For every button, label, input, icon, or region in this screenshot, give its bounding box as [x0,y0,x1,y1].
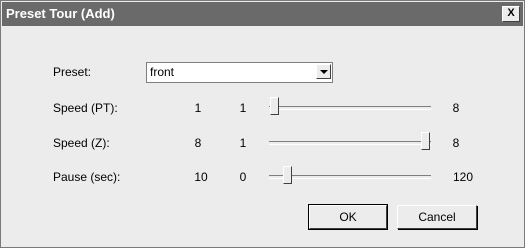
speed-z-slider-thumb[interactable] [421,132,430,150]
close-button[interactable]: X [502,6,520,22]
speed-z-slider-track[interactable] [269,141,431,145]
pause-value: 10 [194,170,208,184]
ok-button[interactable]: OK [308,204,388,230]
pause-max: 120 [452,170,474,184]
chevron-down-icon[interactable] [316,64,331,79]
speed-z-max: 8 [452,136,460,150]
speed-z-label: Speed (Z): [53,136,110,150]
speed-pt-min: 1 [239,101,247,115]
speed-pt-slider-track[interactable] [269,106,431,110]
speed-pt-label: Speed (PT): [53,101,118,115]
pause-slider-thumb[interactable] [283,166,292,184]
pause-slider-track[interactable] [269,175,431,179]
speed-pt-value: 1 [194,101,202,115]
window-title: Preset Tour (Add) [6,6,115,21]
title-bar[interactable]: Preset Tour (Add) X [2,2,523,26]
pause-min: 0 [239,170,247,184]
preset-label: Preset: [53,65,92,79]
speed-z-value: 8 [194,136,202,150]
speed-pt-slider-thumb[interactable] [270,97,279,115]
pause-label: Pause (sec): [53,170,121,184]
speed-pt-max: 8 [452,101,460,115]
speed-z-min: 1 [239,136,247,150]
preset-tour-dialog: Preset Tour (Add) X Preset: front Speed … [0,0,525,248]
preset-dropdown[interactable]: front [146,62,333,83]
preset-value: front [150,65,175,79]
cancel-button[interactable]: Cancel [397,205,477,229]
